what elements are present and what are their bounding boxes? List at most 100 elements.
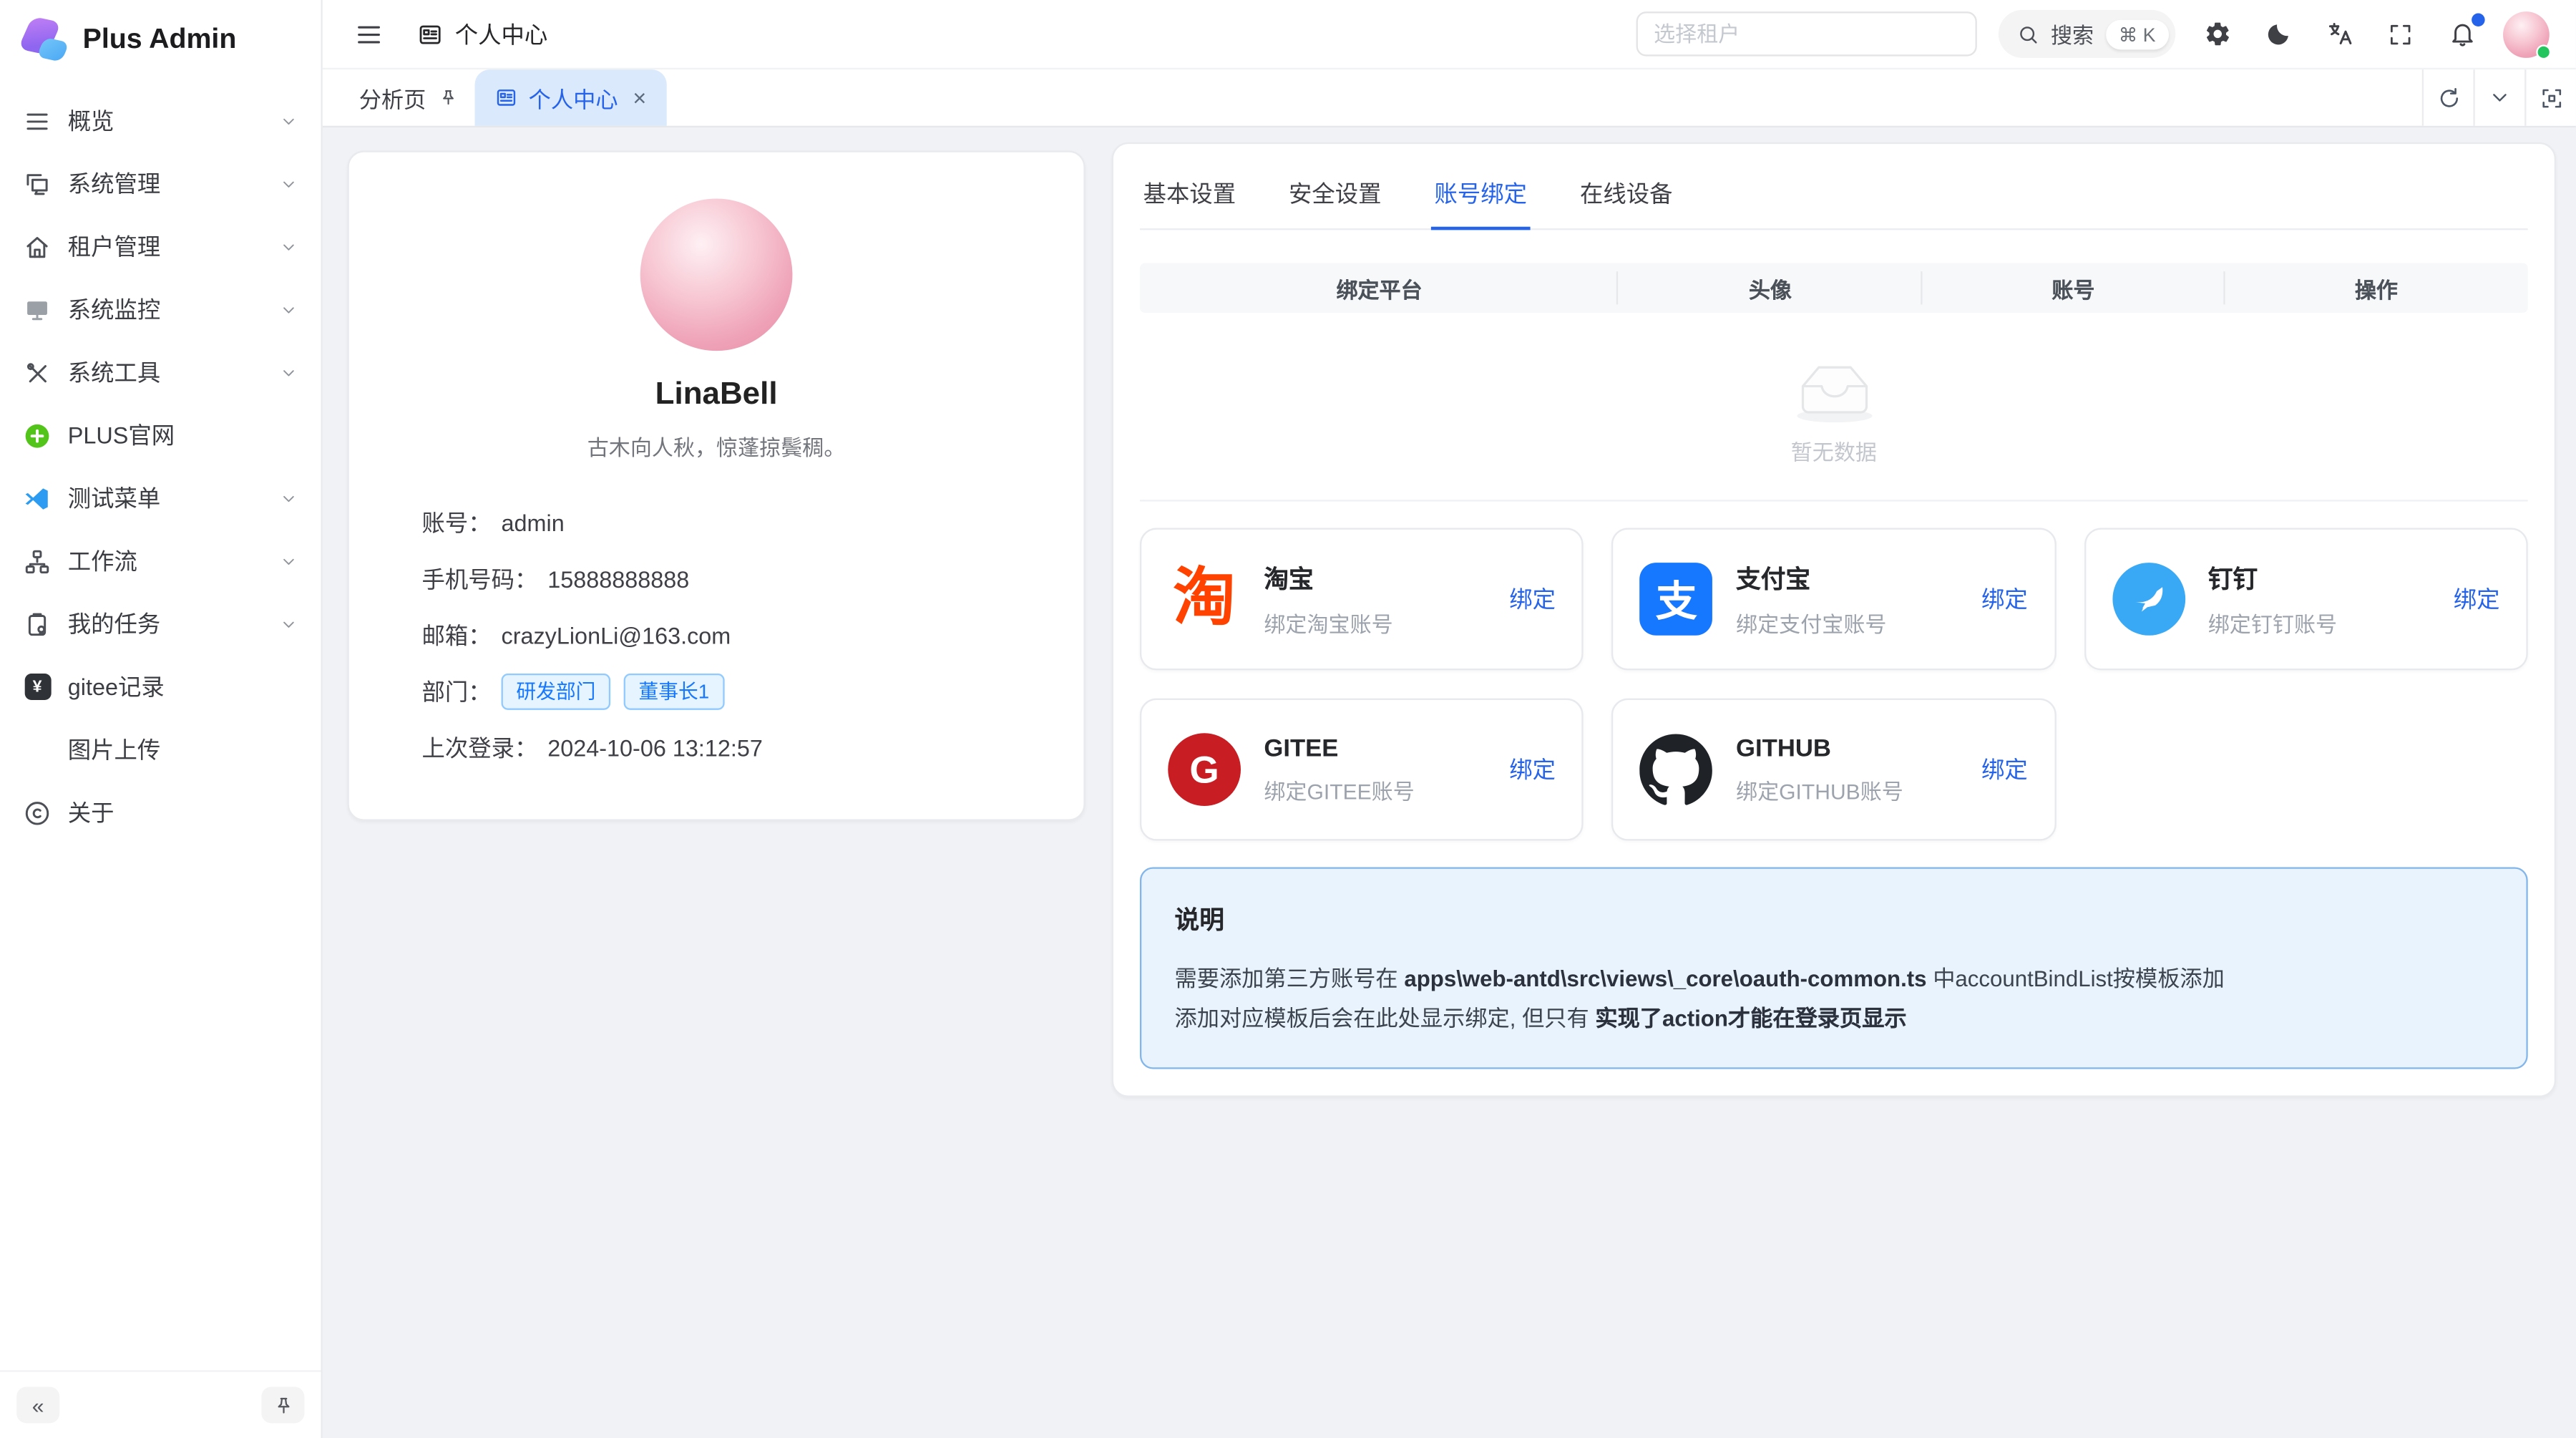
- sidebar-collapse-button[interactable]: «: [16, 1386, 59, 1423]
- note-box: 说明 需要添加第三方账号在 apps\web-antd\src\views\_c…: [1140, 867, 2528, 1068]
- app-logo[interactable]: Plus Admin: [0, 0, 321, 79]
- bind-dingtalk-link[interactable]: 绑定: [2454, 583, 2500, 616]
- column-actions: 操作: [2225, 272, 2527, 303]
- sidebar-pin-button[interactable]: [261, 1386, 304, 1423]
- sidebar: Plus Admin 概览 系统管理 租户管理 系统监控: [0, 0, 323, 1438]
- hamburger-menu-button[interactable]: [349, 14, 389, 54]
- tab-online-devices[interactable]: 在线设备: [1576, 167, 1676, 230]
- sidebar-menu: 概览 系统管理 租户管理 系统监控 系统工具: [0, 79, 321, 1370]
- chevron-down-icon: [280, 615, 298, 633]
- app-title: Plus Admin: [83, 23, 237, 56]
- user-avatar[interactable]: [2503, 11, 2550, 57]
- empty-state: 暂无数据: [1140, 313, 2528, 502]
- chevron-down-icon: [280, 238, 298, 256]
- binding-card-taobao: 淘 淘宝 绑定淘宝账号 绑定: [1140, 528, 1584, 671]
- main-area: 个人中心 搜索 ⌘ K 分析页: [323, 0, 2576, 1438]
- notification-dot: [2472, 12, 2484, 25]
- copyright-icon: [23, 799, 51, 827]
- notifications-button[interactable]: [2442, 14, 2482, 54]
- binding-table-header: 绑定平台 头像 账号 操作: [1140, 263, 2528, 313]
- tab-account-binding[interactable]: 账号绑定: [1431, 167, 1531, 230]
- plus-circle-icon: [23, 421, 51, 449]
- refresh-button[interactable]: [2422, 69, 2474, 126]
- binding-card-alipay: 支 支付宝 绑定支付宝账号 绑定: [1612, 528, 2056, 671]
- sidebar-item-system-tools[interactable]: 系统工具: [0, 341, 321, 404]
- sidebar-item-tenant-management[interactable]: 租户管理: [0, 215, 321, 278]
- profile-fields: 账号： admin 手机号码： 15888888888 邮箱： crazyLio…: [389, 495, 1044, 776]
- maximize-content-button[interactable]: [2524, 69, 2576, 126]
- fullscreen-button[interactable]: [2381, 14, 2420, 54]
- tab-security-settings[interactable]: 安全设置: [1285, 167, 1385, 230]
- note-line-1: 需要添加第三方账号在 apps\web-antd\src\views\_core…: [1175, 960, 2494, 1000]
- sidebar-item-image-upload[interactable]: 图片上传: [0, 718, 321, 781]
- empty-inbox-icon: [1787, 356, 1880, 425]
- sidebar-item-gitee-record[interactable]: ¥ gitee记录: [0, 656, 321, 719]
- binding-card-dingtalk: 钉钉 绑定钉钉账号 绑定: [2084, 528, 2527, 671]
- top-header: 个人中心 搜索 ⌘ K: [323, 0, 2576, 69]
- shortcut-badge: ⌘ K: [2105, 19, 2169, 49]
- chevron-down-icon: [280, 175, 298, 193]
- tab-bar: 分析页 个人中心 ×: [323, 69, 2576, 127]
- panel-tabs: 基本设置 安全设置 账号绑定 在线设备: [1140, 167, 2528, 230]
- dingtalk-icon: [2112, 563, 2185, 636]
- global-search-button[interactable]: 搜索 ⌘ K: [1998, 10, 2175, 58]
- tab-options-chevron-button[interactable]: [2473, 69, 2524, 126]
- grid-empty-cell: [2084, 699, 2527, 841]
- tenant-select-input[interactable]: [1636, 11, 1976, 56]
- close-icon[interactable]: ×: [633, 84, 646, 111]
- workflow-icon: [23, 547, 51, 575]
- sidebar-item-system-monitor[interactable]: 系统监控: [0, 278, 321, 341]
- bind-github-link[interactable]: 绑定: [1981, 753, 2028, 786]
- profile-card: LinaBell 古木向人秋，惊蓬掠鬓稠。 账号： admin 手机号码： 15…: [348, 150, 1085, 820]
- sidebar-item-overview[interactable]: 概览: [0, 89, 321, 152]
- taobao-icon: 淘: [1168, 563, 1241, 636]
- breadcrumb-label: 个人中心: [455, 17, 547, 50]
- chevron-down-icon: [280, 489, 298, 507]
- column-avatar: 头像: [1619, 272, 1921, 303]
- department-tag: 研发部门: [502, 674, 611, 710]
- pin-icon[interactable]: [438, 88, 458, 108]
- plus-admin-logo-icon: [21, 16, 68, 63]
- sidebar-item-system-management[interactable]: 系统管理: [0, 152, 321, 215]
- monitor-icon: [23, 296, 51, 324]
- sidebar-item-my-tasks[interactable]: 我的任务: [0, 593, 321, 656]
- profile-card-icon: [494, 86, 517, 109]
- empty-state-label: 暂无数据: [1791, 435, 1877, 467]
- department-tag: 董事长1: [624, 674, 724, 710]
- dark-mode-toggle-button[interactable]: [2258, 14, 2298, 54]
- column-account: 账号: [1922, 272, 2225, 303]
- home-icon: [23, 233, 51, 261]
- breadcrumb: 个人中心: [415, 17, 547, 50]
- online-status-dot: [2536, 44, 2551, 59]
- binding-card-github: GITHUB 绑定GITHUB账号 绑定: [1612, 699, 2056, 841]
- note-line-2: 添加对应模板后会在此处显示绑定, 但只有 实现了action才能在登录页显示: [1175, 1000, 2494, 1040]
- binding-card-gitee: G GITEE 绑定GITEE账号 绑定: [1140, 699, 1584, 841]
- field-phone: 手机号码： 15888888888: [389, 551, 1044, 608]
- sidebar-footer: «: [0, 1370, 321, 1438]
- sidebar-item-test-menu[interactable]: 测试菜单: [0, 467, 321, 530]
- app-window: Plus Admin 概览 系统管理 租户管理 系统监控: [0, 0, 2576, 1438]
- screens-icon: [23, 170, 51, 198]
- profile-signature: 古木向人秋，惊蓬掠鬓稠。: [389, 430, 1044, 462]
- bind-alipay-link[interactable]: 绑定: [1981, 583, 2028, 616]
- tab-personal-center[interactable]: 个人中心 ×: [474, 69, 666, 126]
- bind-gitee-link[interactable]: 绑定: [1509, 753, 1556, 786]
- tab-basic-settings[interactable]: 基本设置: [1140, 167, 1239, 230]
- field-last-login: 上次登录： 2024-10-06 13:12:57: [389, 720, 1044, 777]
- yen-badge-icon: ¥: [23, 673, 51, 701]
- profile-card-icon: [415, 20, 443, 48]
- sidebar-item-about[interactable]: 关于: [0, 781, 321, 844]
- alipay-icon: 支: [1640, 563, 1713, 636]
- sidebar-item-plus-website[interactable]: PLUS官网: [0, 404, 321, 467]
- tools-icon: [23, 359, 51, 387]
- github-icon: [1640, 733, 1713, 806]
- clipboard-icon: [23, 610, 51, 638]
- bind-taobao-link[interactable]: 绑定: [1509, 583, 1556, 616]
- tab-analysis-page[interactable]: 分析页: [343, 69, 474, 126]
- chevron-down-icon: [280, 112, 298, 130]
- profile-name: LinaBell: [389, 377, 1044, 414]
- settings-button[interactable]: [2197, 14, 2236, 54]
- language-button[interactable]: [2319, 14, 2358, 54]
- field-department: 部门： 研发部门 董事长1: [389, 664, 1044, 720]
- sidebar-item-workflow[interactable]: 工作流: [0, 530, 321, 593]
